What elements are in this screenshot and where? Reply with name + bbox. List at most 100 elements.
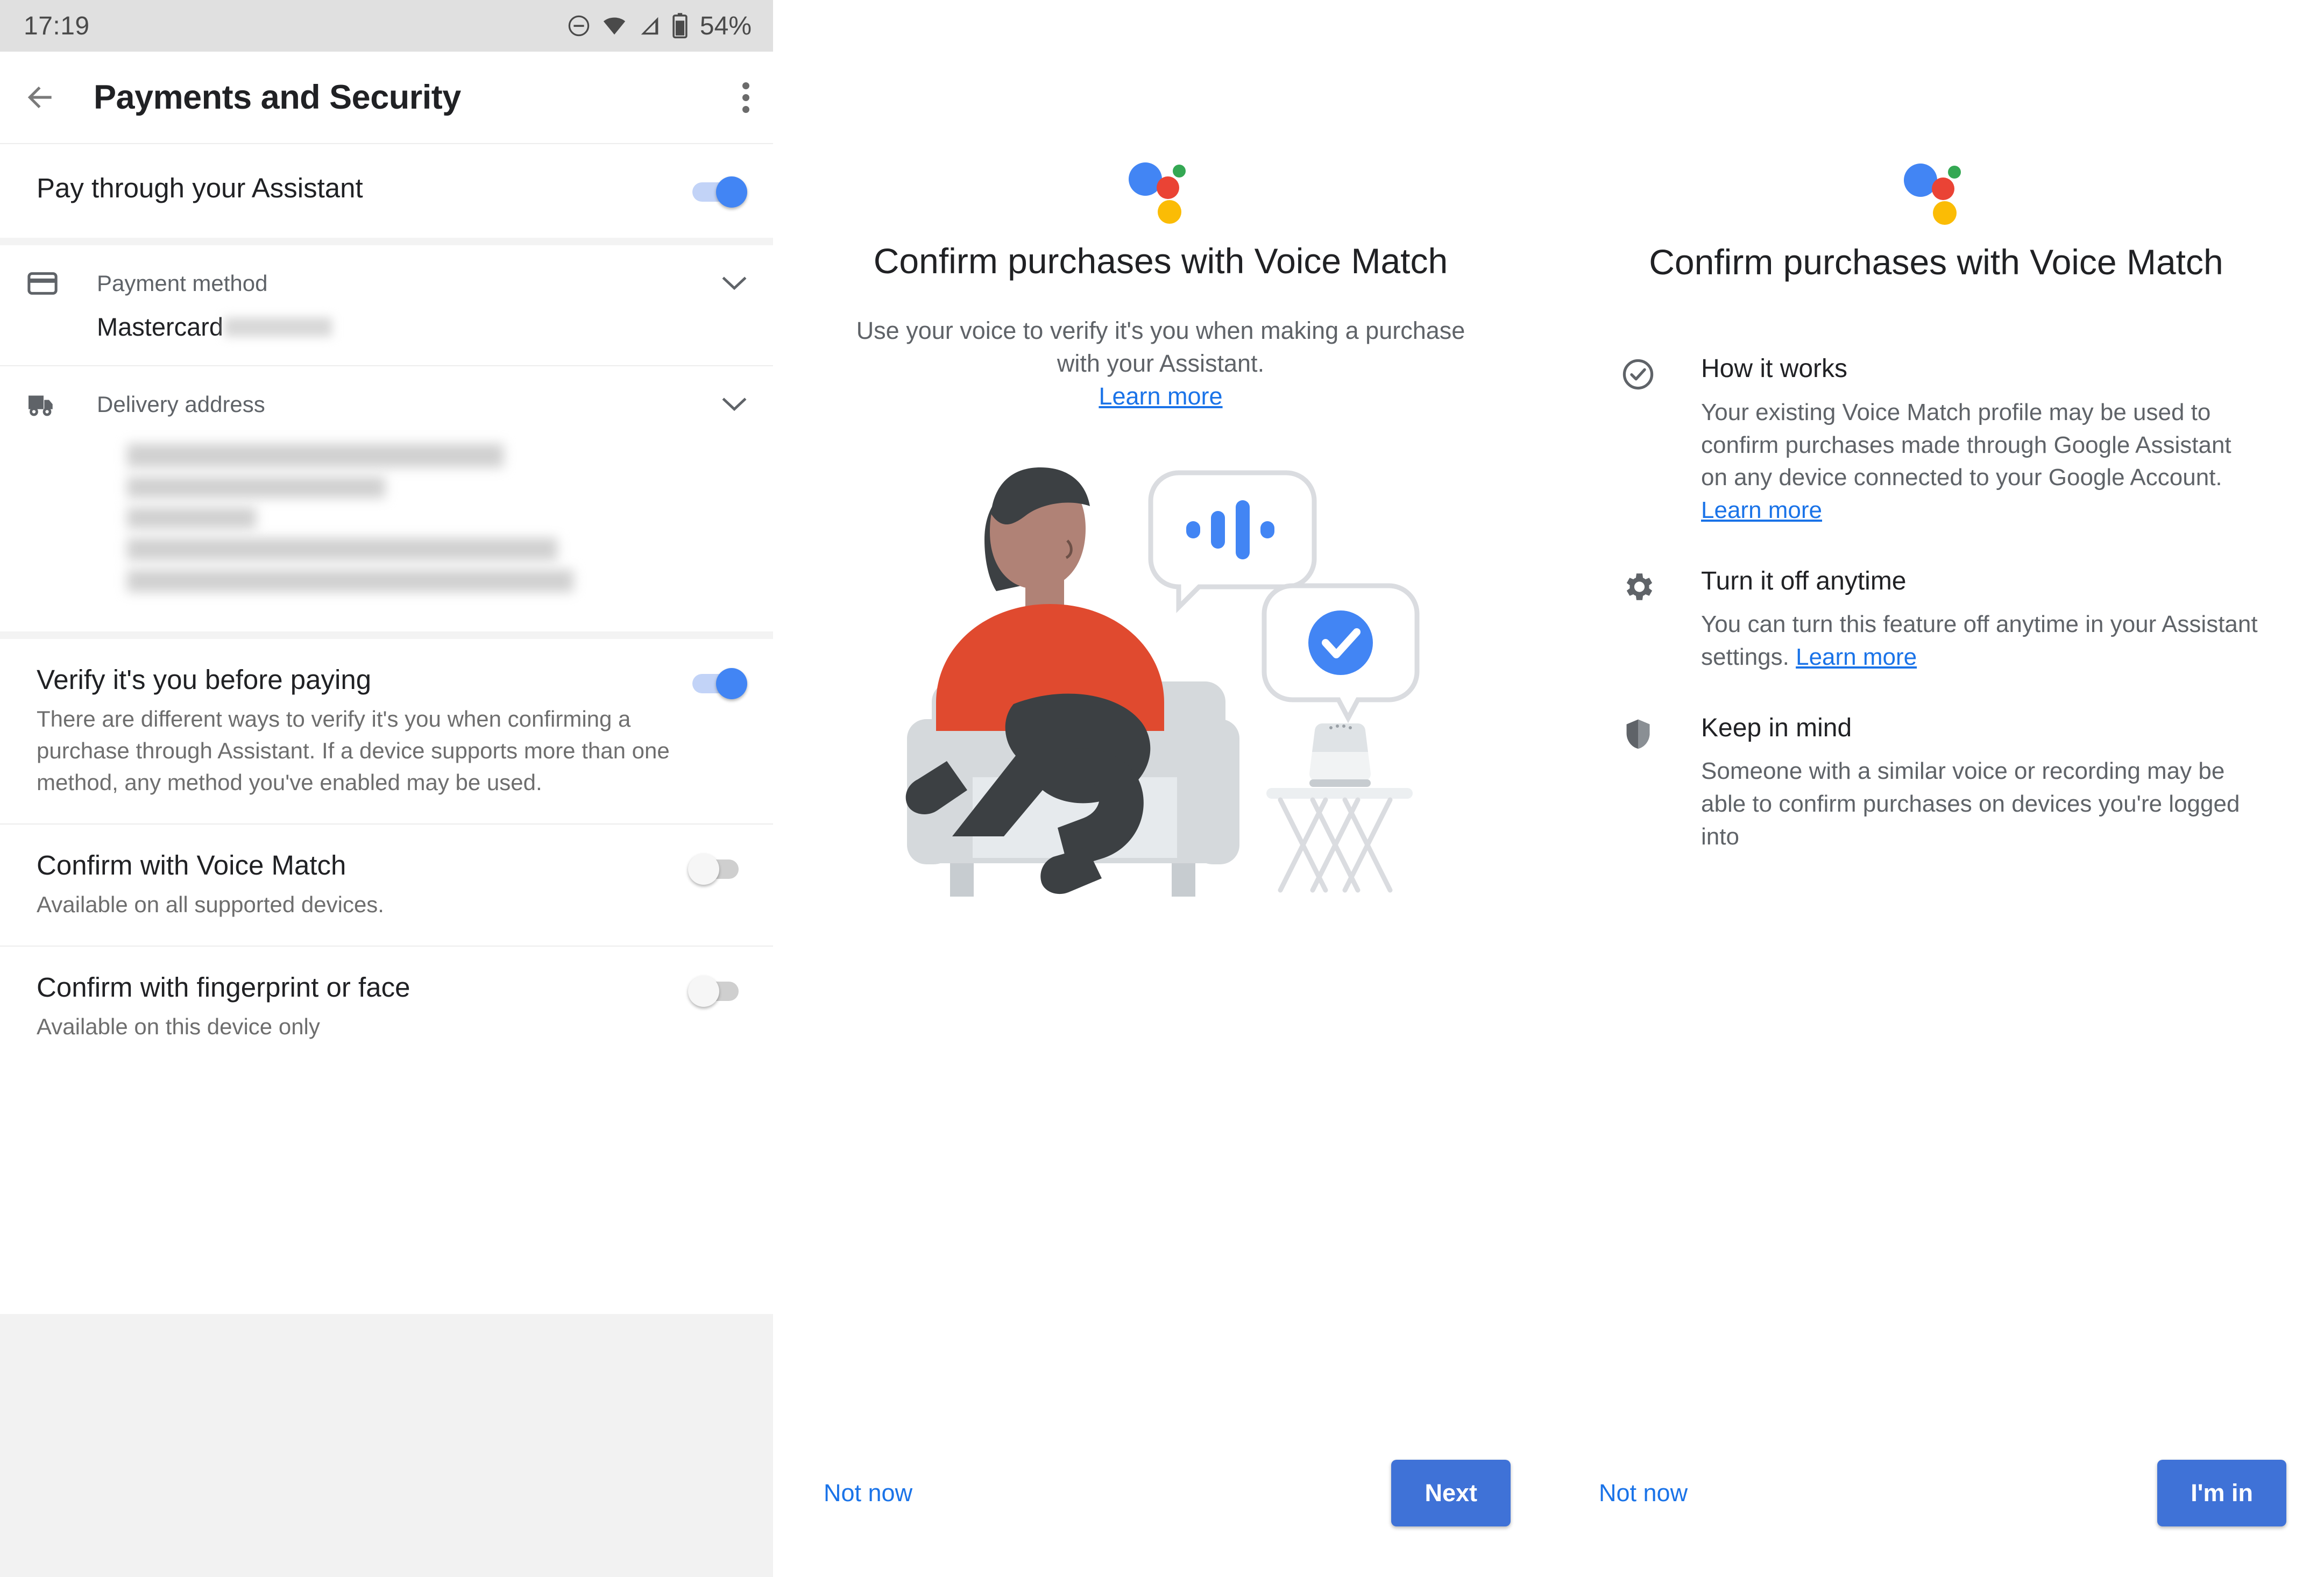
- toggle-knob: [688, 975, 719, 1007]
- payment-method-section[interactable]: Payment method Mastercard: [0, 245, 773, 366]
- assistant-logo-red-dot: [1156, 176, 1179, 199]
- delivery-address-value-redacted: [0, 433, 773, 631]
- feature-item-turn-it-off-anytime: Turn it off anytime You can turn this fe…: [1620, 566, 2261, 674]
- status-bar-clock: 17:19: [24, 11, 90, 40]
- setting-row-pay-through-assistant[interactable]: Pay through your Assistant: [0, 144, 773, 245]
- feature-list: How it works Your existing Voice Match p…: [1548, 353, 2324, 892]
- confirmation-check-bubble: [1262, 583, 1419, 724]
- feature-body: Keep in mind Someone with a similar voic…: [1701, 713, 2261, 854]
- feature-body: Turn it off anytime You can turn this fe…: [1701, 566, 2261, 674]
- page-title: Payments and Security: [94, 79, 461, 116]
- verify-before-paying-toggle[interactable]: [688, 668, 747, 699]
- im-in-button[interactable]: I'm in: [2157, 1460, 2286, 1526]
- app-bar: Payments and Security: [0, 52, 773, 144]
- voice-match-illustration: [773, 450, 1548, 897]
- feature-description-text: You can turn this feature off anytime in…: [1701, 611, 2258, 670]
- redacted-line: [127, 538, 557, 560]
- feature-description: Someone with a similar voice or recordin…: [1701, 758, 2240, 850]
- intro-title: Confirm purchases with Voice Match: [873, 241, 1448, 281]
- intro-description-text: Use your voice to verify it's you when m…: [856, 317, 1465, 377]
- feature-learn-more-link[interactable]: Learn more: [1701, 497, 1822, 523]
- battery-icon: [672, 13, 688, 39]
- settings-footer-spacer: [0, 1314, 773, 1577]
- toggle-knob: [716, 668, 747, 699]
- redacted-line: [127, 477, 385, 498]
- feature-heading: How it works: [1701, 354, 1848, 383]
- setting-title: Pay through your Assistant: [37, 173, 363, 203]
- setting-title: Confirm with Voice Match: [37, 849, 346, 880]
- setting-texts: Confirm with Voice Match Available on al…: [37, 849, 688, 921]
- setting-description: Available on this device only: [37, 1013, 320, 1039]
- confirm-voice-match-toggle[interactable]: [688, 853, 747, 885]
- next-button[interactable]: Next: [1391, 1460, 1511, 1526]
- delivery-address-section[interactable]: Delivery address: [0, 366, 773, 639]
- feature-learn-more-link[interactable]: Learn more: [1796, 644, 1917, 670]
- not-now-button[interactable]: Not now: [811, 1467, 925, 1519]
- toggle-knob: [716, 176, 747, 208]
- setting-texts: Confirm with fingerprint or face Availab…: [37, 971, 688, 1043]
- do-not-disturb-icon: [568, 15, 590, 37]
- chevron-down-icon[interactable]: [721, 396, 747, 413]
- assistant-logo-green-dot: [1172, 165, 1186, 177]
- feature-heading: Turn it off anytime: [1701, 566, 1907, 595]
- redacted-line: [127, 507, 256, 529]
- assistant-logo-red-dot: [1932, 177, 1954, 200]
- setting-description: There are different ways to verify it's …: [37, 706, 670, 795]
- assistant-logo-yellow-dot: [1157, 200, 1181, 224]
- chevron-down-icon[interactable]: [721, 275, 747, 292]
- redacted-line: [127, 570, 573, 592]
- gear-icon: [1620, 569, 1656, 605]
- google-assistant-logo: [1128, 155, 1193, 224]
- check-circle-icon: [1620, 357, 1656, 392]
- smart-speaker-on-table: [1266, 723, 1413, 893]
- pay-through-assistant-toggle[interactable]: [688, 176, 747, 208]
- screenshot-root: 17:19 54% Payments and Security Pay thro…: [0, 0, 2324, 1577]
- more-vert-icon[interactable]: [742, 82, 749, 113]
- confirm-fingerprint-face-toggle[interactable]: [688, 975, 747, 1007]
- payment-method-redacted-digits: [224, 317, 332, 337]
- intro-description: Use your voice to verify it's you when m…: [773, 315, 1548, 413]
- toggle-knob: [688, 853, 719, 885]
- menu-dot: [742, 82, 749, 89]
- delivery-address-header[interactable]: Delivery address: [0, 366, 773, 433]
- setting-title: Verify it's you before paying: [37, 664, 372, 695]
- not-now-button[interactable]: Not now: [1586, 1467, 1701, 1519]
- voice-match-intro-screen: Confirm purchases with Voice Match Use y…: [773, 0, 1548, 1577]
- setting-texts: Pay through your Assistant: [37, 172, 688, 204]
- feature-heading: Keep in mind: [1701, 713, 1852, 742]
- payments-security-screen: 17:19 54% Payments and Security Pay thro…: [0, 0, 773, 1577]
- setting-row-confirm-voice-match[interactable]: Confirm with Voice Match Available on al…: [0, 824, 773, 947]
- setting-row-confirm-fingerprint-face[interactable]: Confirm with fingerprint or face Availab…: [0, 946, 773, 1068]
- payment-method-header[interactable]: Payment method: [0, 245, 773, 312]
- payment-method-label: Payment method: [97, 271, 268, 296]
- intro-learn-more-link[interactable]: Learn more: [1099, 382, 1222, 410]
- menu-dot: [742, 105, 749, 113]
- assistant-logo-yellow-dot: [1933, 201, 1957, 225]
- voice-match-details-screen: Confirm purchases with Voice Match How i…: [1548, 0, 2324, 1577]
- intro-actions: Not now Next: [773, 1443, 1548, 1577]
- battery-percent-label: 54%: [699, 11, 752, 40]
- assistant-logo-green-dot: [1948, 166, 1961, 179]
- wifi-icon: [603, 17, 626, 35]
- credit-card-icon: [26, 267, 59, 300]
- status-bar-icons: 54%: [566, 11, 752, 41]
- google-assistant-logo: [1904, 156, 1968, 225]
- back-arrow-icon[interactable]: [24, 81, 57, 114]
- delivery-address-label: Delivery address: [97, 392, 265, 417]
- feature-item-keep-in-mind: Keep in mind Someone with a similar voic…: [1620, 713, 2261, 854]
- feature-body: How it works Your existing Voice Match p…: [1701, 353, 2261, 527]
- setting-texts: Verify it's you before paying There are …: [37, 664, 688, 799]
- setting-row-verify-before-paying[interactable]: Verify it's you before paying There are …: [0, 639, 773, 825]
- status-bar: 17:19 54%: [0, 0, 773, 52]
- menu-dot: [742, 94, 749, 101]
- truck-icon: [26, 388, 59, 421]
- redacted-line: [127, 444, 504, 467]
- feature-description: You can turn this feature off anytime in…: [1701, 608, 2261, 673]
- payment-method-card-name: Mastercard: [97, 312, 224, 341]
- details-actions: Not now I'm in: [1548, 1443, 2324, 1577]
- feature-description: Your existing Voice Match profile may be…: [1701, 396, 2261, 527]
- payment-method-value: Mastercard: [0, 312, 773, 366]
- setting-title: Confirm with fingerprint or face: [37, 971, 410, 1003]
- details-title: Confirm purchases with Voice Match: [1649, 242, 2223, 282]
- feature-item-how-it-works: How it works Your existing Voice Match p…: [1620, 353, 2261, 527]
